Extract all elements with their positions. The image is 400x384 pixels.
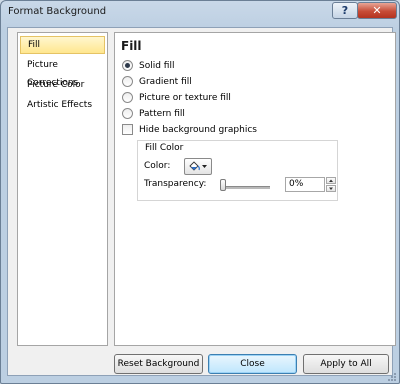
format-background-dialog: Format Background ? ✕ Fill Picture Corre… xyxy=(0,0,400,384)
nav-item-label: Picture Color xyxy=(27,80,85,90)
fill-color-group: Fill Color Color: Transparency: 0% xyxy=(137,140,338,201)
transparency-input[interactable]: 0% xyxy=(285,177,325,192)
checkbox-unchecked[interactable] xyxy=(122,124,133,135)
gradient-fill-label: Gradient fill xyxy=(139,77,192,87)
radio-checked[interactable] xyxy=(122,60,133,71)
close-icon: ✕ xyxy=(372,4,382,17)
resize-grip-icon[interactable] xyxy=(387,372,397,382)
nav-item-artistic-effects[interactable]: Artistic Effects xyxy=(20,96,105,114)
nav-item-label: Artistic Effects xyxy=(27,100,93,110)
transparency-slider-track[interactable] xyxy=(220,186,270,189)
close-button[interactable]: Close xyxy=(208,354,297,374)
transparency-label: Transparency: xyxy=(144,179,207,189)
radio-unchecked[interactable] xyxy=(122,76,133,87)
dialog-body: Fill Picture Corrections Picture Color A… xyxy=(7,27,396,376)
help-button[interactable]: ? xyxy=(332,2,358,19)
nav-item-picture-color[interactable]: Picture Color xyxy=(20,76,105,94)
pattern-fill-label: Pattern fill xyxy=(139,109,185,119)
panel-title: Fill xyxy=(121,39,142,53)
apply-to-all-button[interactable]: Apply to All xyxy=(303,354,389,374)
picture-texture-fill-label: Picture or texture fill xyxy=(139,93,231,103)
paint-bucket-icon xyxy=(189,161,207,171)
solid-fill-label: Solid fill xyxy=(139,61,175,71)
color-picker-button[interactable] xyxy=(184,158,212,175)
window-title: Format Background xyxy=(8,6,107,17)
help-icon: ? xyxy=(341,4,349,17)
spin-down-button[interactable] xyxy=(326,185,336,192)
spin-up-button[interactable] xyxy=(326,177,336,184)
fill-panel: Fill Solid fill Gradient fill Picture or… xyxy=(114,32,396,346)
nav-item-label: Fill xyxy=(28,40,41,50)
category-list: Fill Picture Corrections Picture Color A… xyxy=(17,32,108,346)
color-label: Color: xyxy=(144,161,171,171)
transparency-value: 0% xyxy=(289,179,304,189)
hide-background-graphics-label: Hide background graphics xyxy=(139,125,257,135)
reset-background-button[interactable]: Reset Background xyxy=(114,354,203,374)
radio-unchecked[interactable] xyxy=(122,92,133,103)
close-window-button[interactable]: ✕ xyxy=(357,2,397,19)
transparency-slider-thumb[interactable] xyxy=(220,179,226,191)
chevron-down-icon xyxy=(329,187,333,190)
fill-color-group-title: Fill Color xyxy=(144,143,185,153)
nav-item-fill[interactable]: Fill xyxy=(20,36,105,54)
radio-unchecked[interactable] xyxy=(122,108,133,119)
nav-item-picture-corrections[interactable]: Picture Corrections xyxy=(20,56,105,88)
chevron-up-icon xyxy=(329,179,333,182)
title-bar: Format Background ? ✕ xyxy=(1,1,399,27)
